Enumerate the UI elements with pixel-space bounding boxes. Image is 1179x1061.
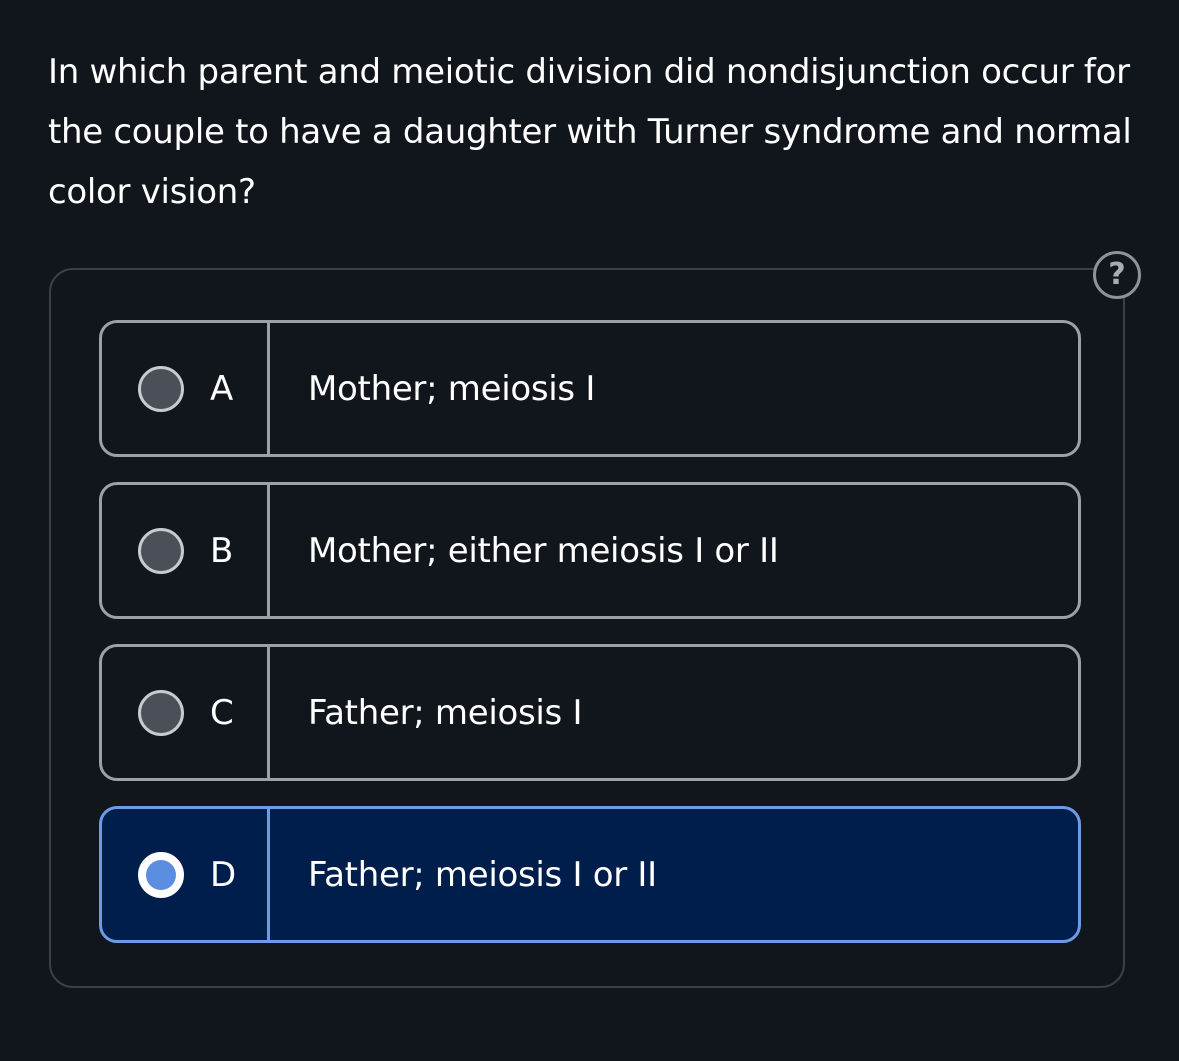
radio-button[interactable] — [138, 851, 184, 898]
option-letter: A — [210, 368, 234, 409]
option-selector: B — [102, 485, 270, 616]
option-letter: B — [210, 530, 234, 571]
option-c[interactable]: C Father; meiosis I — [99, 644, 1081, 781]
option-letter: D — [210, 854, 237, 895]
question-text: In which parent and meiotic division did… — [48, 52, 1132, 212]
radio-button[interactable] — [138, 527, 184, 574]
radio-selected-dot — [146, 859, 176, 890]
quiz-page: In which parent and meiotic division did… — [0, 0, 1179, 1061]
option-selector: A — [102, 323, 270, 454]
option-d[interactable]: D Father; meiosis I or II — [99, 806, 1081, 943]
option-selector: C — [102, 647, 270, 778]
option-b[interactable]: B Mother; either meiosis I or II — [99, 482, 1081, 619]
option-text: Father; meiosis I or II — [308, 854, 657, 895]
option-text: Mother; meiosis I — [308, 368, 596, 409]
option-a[interactable]: A Mother; meiosis I — [99, 320, 1081, 457]
option-text: Father; meiosis I — [308, 692, 583, 733]
help-button[interactable]: ? — [1093, 251, 1141, 299]
option-selector: D — [102, 809, 270, 940]
radio-button[interactable] — [138, 365, 184, 412]
question-mark-icon: ? — [1108, 257, 1126, 292]
radio-button[interactable] — [138, 689, 184, 736]
option-letter: C — [210, 692, 234, 733]
option-text: Mother; either meiosis I or II — [308, 530, 779, 571]
